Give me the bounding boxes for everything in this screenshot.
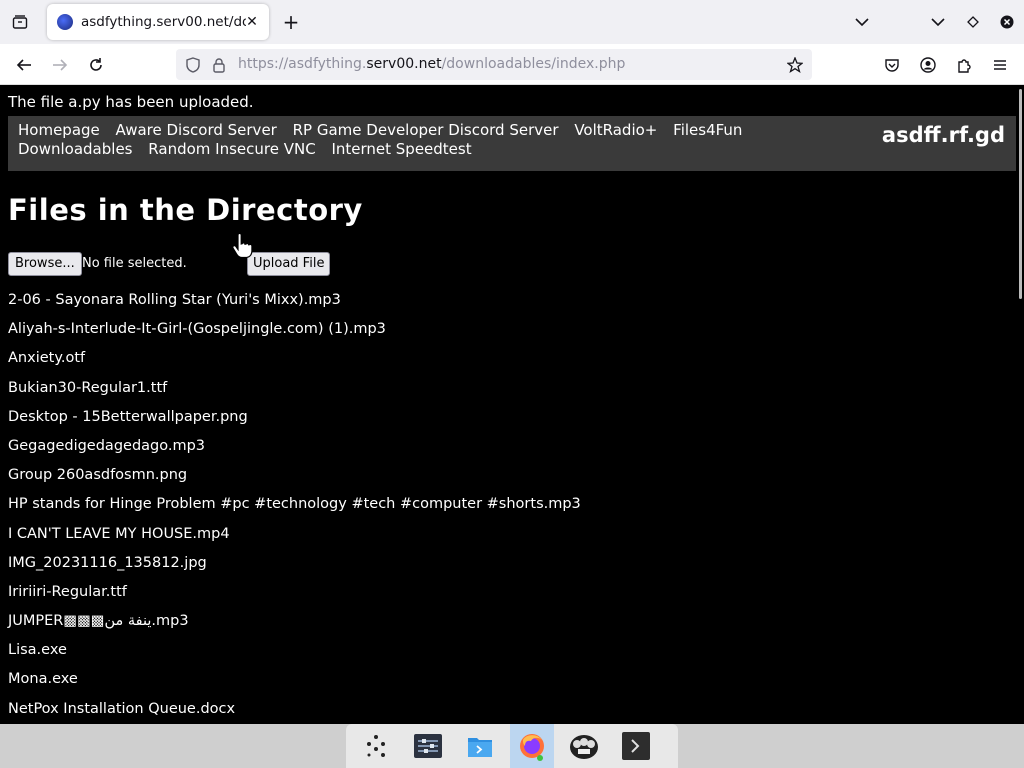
forward-icon[interactable]: [47, 52, 73, 78]
diamond-icon[interactable]: [961, 10, 985, 34]
settings-icon[interactable]: [406, 724, 450, 768]
file-link[interactable]: IMG_20231116_135812.jpg: [8, 553, 581, 582]
url-domain: serv00.net: [366, 56, 442, 72]
puzzle-icon[interactable]: [951, 52, 977, 78]
site-brand[interactable]: asdff.rf.gd: [882, 123, 1005, 147]
navigation-toolbar: https://asdfything.serv00.net/downloadab…: [0, 44, 1024, 85]
file-list: 2-06 - Sayonara Rolling Star (Yuri's Mix…: [8, 290, 581, 724]
tab-title: asdfything.serv00.net/downloadables/inde…: [81, 14, 246, 30]
close-window-icon[interactable]: [995, 10, 1019, 34]
account-icon[interactable]: [915, 52, 941, 78]
firefox-icon[interactable]: [510, 724, 554, 768]
nav-link-rp-discord[interactable]: RP Game Developer Discord Server: [293, 121, 559, 139]
file-link[interactable]: Bukian30-Regular1.ttf: [8, 378, 581, 407]
file-link[interactable]: Anxiety.otf: [8, 348, 581, 377]
upload-form: Browse... No file selected. Upload File: [8, 252, 408, 276]
site-favicon-icon: [57, 14, 73, 30]
file-manager-icon[interactable]: [458, 724, 502, 768]
page-title: Files in the Directory: [8, 193, 363, 227]
shield-icon[interactable]: [184, 56, 202, 74]
url-text[interactable]: https://asdfything.serv00.net/downloadab…: [238, 56, 625, 72]
browse-button[interactable]: Browse...: [8, 252, 82, 276]
chevron-down-icon[interactable]: [926, 10, 950, 34]
upload-status-message: The file a.py has been uploaded.: [8, 93, 254, 111]
scrollbar-thumb[interactable]: [1019, 89, 1022, 299]
file-link[interactable]: 2-06 - Sayonara Rolling Star (Yuri's Mix…: [8, 290, 581, 319]
tab-list-icon[interactable]: [8, 10, 32, 34]
active-tab[interactable]: asdfything.serv00.net/downloadables/inde…: [47, 4, 269, 40]
hand-cursor-icon: [232, 233, 253, 259]
menu-icon[interactable]: [987, 52, 1013, 78]
lock-icon[interactable]: [210, 56, 228, 74]
file-link[interactable]: Lisa.exe: [8, 640, 581, 669]
web-page: The file a.py has been uploaded. Homepag…: [0, 85, 1017, 724]
file-link[interactable]: Aliyah-s-Interlude-It-Girl-(Gospeljingle…: [8, 319, 581, 348]
site-nav-links: Homepage Aware Discord Server RP Game De…: [18, 121, 868, 159]
nav-link-downloadables[interactable]: Downloadables: [18, 140, 133, 158]
nav-link-random-vnc[interactable]: Random Insecure VNC: [148, 140, 315, 158]
file-link[interactable]: Iririiri-Regular.ttf: [8, 582, 581, 611]
terminal-icon[interactable]: [614, 724, 658, 768]
back-icon[interactable]: [11, 52, 37, 78]
tab-bar: asdfything.serv00.net/downloadables/inde…: [0, 0, 1024, 44]
url-bar[interactable]: https://asdfything.serv00.net/downloadab…: [176, 49, 812, 80]
nav-link-homepage[interactable]: Homepage: [18, 121, 100, 139]
taskbar-dock: [346, 724, 678, 768]
new-tab-icon[interactable]: +: [279, 10, 303, 34]
nav-link-files4fun[interactable]: Files4Fun: [673, 121, 742, 139]
file-link[interactable]: Gegagedigedagedago.mp3: [8, 436, 581, 465]
nav-link-voltradio[interactable]: VoltRadio+: [574, 121, 657, 139]
page-scrollbar[interactable]: [1017, 85, 1024, 724]
url-path: /downloadables/index.php: [441, 56, 626, 72]
bookmark-star-icon[interactable]: [786, 56, 804, 74]
media-player-icon[interactable]: [562, 724, 606, 768]
upload-file-button[interactable]: Upload File: [247, 252, 331, 276]
pocket-icon[interactable]: [879, 52, 905, 78]
file-link[interactable]: NetPox Installation Queue.docx: [8, 699, 581, 724]
file-link[interactable]: JUMPER▩▩▩ينفة من.mp3: [8, 611, 581, 640]
file-link[interactable]: Group 260asdfosmn.png: [8, 465, 581, 494]
file-link[interactable]: Mona.exe: [8, 669, 581, 698]
list-all-tabs-icon[interactable]: [850, 10, 874, 34]
reload-icon[interactable]: [83, 52, 109, 78]
nav-link-speedtest[interactable]: Internet Speedtest: [331, 140, 471, 158]
file-input-status: No file selected.: [82, 256, 187, 271]
url-prefix: https://asdfything.: [238, 56, 367, 72]
app-menu-icon[interactable]: [354, 724, 398, 768]
nav-link-aware-discord[interactable]: Aware Discord Server: [116, 121, 277, 139]
site-navigation: Homepage Aware Discord Server RP Game De…: [8, 116, 1016, 171]
file-link[interactable]: I CAN'T LEAVE MY HOUSE.mp4: [8, 524, 581, 553]
file-link[interactable]: Desktop - 15Betterwallpaper.png: [8, 407, 581, 436]
tab-close-icon[interactable]: ✕: [243, 13, 261, 31]
file-link[interactable]: HP stands for Hinge Problem #pc #technol…: [8, 494, 581, 523]
